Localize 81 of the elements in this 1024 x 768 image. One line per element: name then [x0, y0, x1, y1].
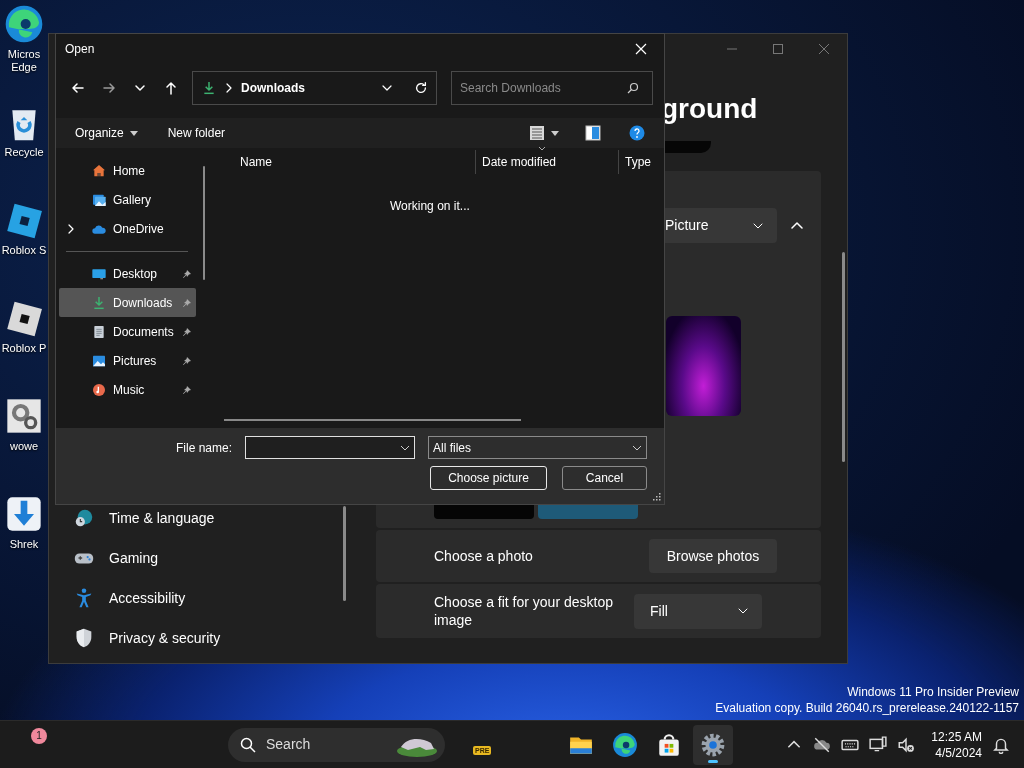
column-header[interactable]: Type [619, 150, 659, 174]
download-arrow-icon [91, 294, 107, 311]
resize-grip-icon[interactable] [653, 493, 661, 501]
browse-photos-button[interactable]: Browse photos [649, 539, 777, 573]
column-header[interactable]: Date modified [476, 150, 619, 174]
music-note-icon [91, 381, 107, 398]
close-icon [635, 43, 647, 55]
dialog-button[interactable]: Cancel [562, 466, 647, 490]
network-icon[interactable] [869, 735, 888, 754]
nav-pane-item[interactable]: Gallery [59, 185, 196, 214]
settings-nav-item[interactable]: Time & language [49, 498, 344, 538]
search-field[interactable]: Search [228, 727, 445, 762]
chevron-right-icon[interactable] [67, 223, 75, 234]
scrollbar[interactable] [224, 419, 521, 421]
setting-label: Choose a fit for your desktop image [434, 593, 614, 629]
evaluation-notice: Windows 11 Pro Insider Preview [846, 684, 1019, 700]
help-icon [629, 125, 645, 141]
setting-label: Choose a photo [434, 546, 534, 566]
address-location[interactable]: Downloads [241, 79, 374, 97]
settings-nav-item[interactable]: Accessibility [49, 578, 344, 618]
nav-pane-item[interactable]: Desktop [59, 259, 196, 288]
chevron-up-icon [791, 219, 803, 232]
notification-badge: 1 [31, 727, 47, 744]
nav-pane-item[interactable]: Downloads [59, 288, 196, 317]
nav-pane-item[interactable]: Home [59, 156, 196, 185]
address-bar[interactable]: Downloads [192, 71, 437, 105]
file-type-dropdown[interactable]: All files [428, 436, 647, 459]
dialog-button[interactable]: Choose picture [430, 466, 547, 490]
nav-pane-item[interactable]: Documents [59, 317, 196, 346]
document-icon [91, 323, 107, 340]
file-name-field[interactable] [245, 436, 415, 459]
dialog-title: Open [65, 41, 95, 58]
speaker-muted-icon[interactable] [897, 735, 916, 754]
search-field[interactable]: Search Downloads [451, 71, 653, 105]
desktop-icon-label[interactable]: Recycle [0, 146, 48, 159]
fit-dropdown[interactable]: Fill [634, 593, 762, 629]
chevron-right-icon [225, 83, 233, 93]
desktop-icon-label[interactable]: Micros Edge [0, 48, 48, 74]
settings-nav-item[interactable]: Privacy & security [49, 618, 344, 658]
column-header[interactable]: Name [234, 150, 476, 174]
caret-down-icon [551, 130, 559, 136]
desktop-icon-label[interactable]: Roblox P [0, 342, 48, 355]
desktop-icon-label[interactable]: wowe [0, 440, 48, 453]
edge-logo-icon [612, 731, 639, 758]
refresh-icon[interactable] [414, 81, 428, 95]
nav-pane-item[interactable]: Pictures [59, 346, 196, 375]
desktop-icon-label[interactable]: Roblox S [0, 244, 48, 257]
page-heading: ground [661, 92, 759, 126]
scrollbar[interactable] [842, 252, 845, 462]
chevron-down-icon[interactable] [382, 83, 392, 93]
search-icon [240, 736, 256, 753]
globe-clock-icon [73, 507, 95, 529]
edge-logo-icon[interactable] [4, 4, 44, 44]
nav-pane-item[interactable]: OneDrive [59, 214, 196, 243]
field-label: File name: [175, 439, 232, 457]
toolbar-button[interactable]: Organize [68, 120, 145, 146]
desktop-icon-label[interactable]: Shrek [0, 538, 48, 551]
cloud-off-icon[interactable] [813, 735, 832, 754]
toolbar-button[interactable]: New folder [160, 120, 233, 146]
gear-icon[interactable] [4, 396, 44, 436]
back-arrow-icon[interactable] [69, 80, 86, 96]
status-message: Working on it... [390, 198, 470, 215]
chevron-down-icon [738, 606, 748, 616]
maximize-icon[interactable] [772, 43, 784, 55]
gear-icon [700, 731, 727, 758]
house-icon [91, 162, 107, 179]
scrollbar[interactable] [343, 506, 346, 601]
taskbar-app-button[interactable] [693, 724, 734, 765]
settings-nav-item[interactable]: Gaming [49, 538, 344, 578]
search-icon [627, 82, 639, 94]
clock-time: 12:25 AM [931, 728, 982, 745]
forward-arrow-icon[interactable] [100, 80, 117, 96]
clock[interactable]: 12:25 AM 4/5/2024 [931, 728, 982, 761]
clock-date: 4/5/2024 [934, 744, 982, 761]
scrollbar[interactable] [203, 166, 205, 280]
nav-pane-item[interactable]: Music [59, 375, 196, 404]
evaluation-notice: Evaluation copy. Build 26040.rs_prerelease.240122-1157 [715, 700, 1019, 716]
preview-pane-icon [585, 125, 601, 141]
download-arrow-icon [201, 80, 217, 96]
close-icon[interactable] [818, 43, 830, 55]
list-view-icon [529, 125, 545, 141]
